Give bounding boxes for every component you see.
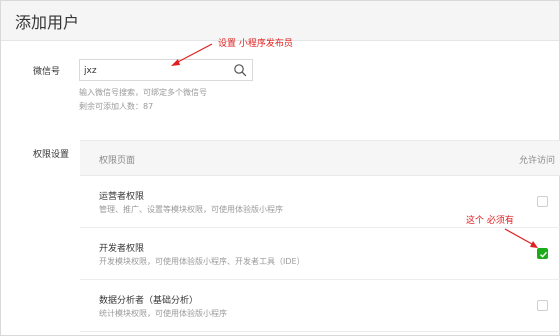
data-analyst-checkbox[interactable] [537, 300, 548, 311]
permission-title: 开发者权限 [99, 244, 145, 254]
permission-row-developer: 开发者权限 开发模块权限，可使用体验版小程序、开发者工具（IDE） [80, 228, 560, 280]
permission-row-operator: 运营者权限 管理、推广、设置等模块权限，可使用体验版小程序 [80, 176, 560, 228]
permission-row-data-analyst: 数据分析者（基础分析） 统计模块权限，可使用体验版小程序 [80, 280, 560, 332]
permission-settings-label: 权限设置 [33, 150, 70, 160]
permission-description: 开发模块权限，可使用体验版小程序、开发者工具（IDE） [99, 257, 305, 266]
permission-title: 运营者权限 [99, 192, 145, 202]
checkmark-icon [540, 251, 548, 258]
permission-table-header: 权限页面 允许访问 [80, 140, 560, 176]
developer-checkbox[interactable] [537, 248, 548, 259]
operator-checkbox[interactable] [537, 196, 548, 207]
column-header-page: 权限页面 [99, 156, 136, 166]
permission-title: 数据分析者（基础分析） [99, 296, 199, 306]
arrow-top [171, 43, 213, 66]
permission-description: 统计模块权限，可使用体验版小程序 [99, 309, 227, 318]
column-header-allow: 允许访问 [519, 156, 556, 166]
permission-description: 管理、推广、设置等模块权限，可使用体验版小程序 [99, 205, 283, 214]
